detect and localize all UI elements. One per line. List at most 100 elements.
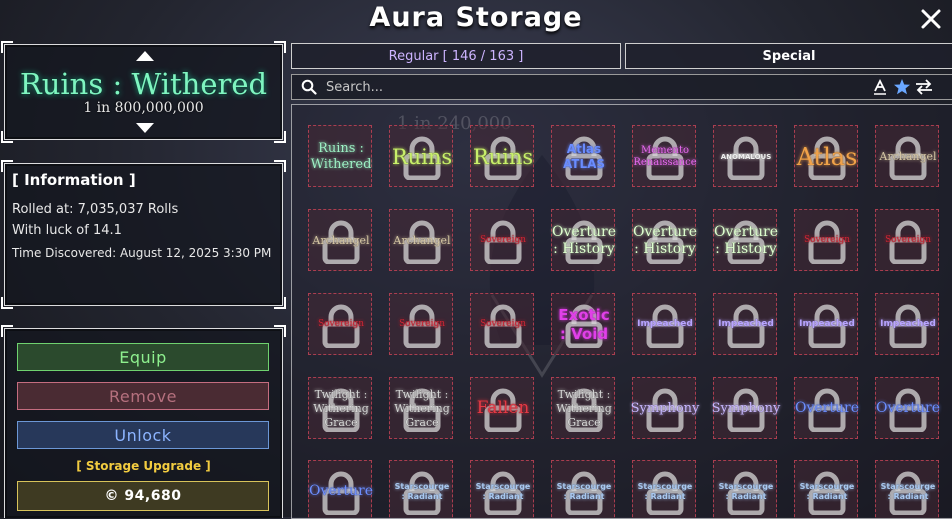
aura-slot-label: Starscourge: Radiant (799, 482, 855, 501)
aura-slot[interactable]: Atlas (794, 125, 858, 187)
aura-slot-label: Twilight : Withering Grace (556, 388, 612, 429)
luck-text: With luck of 14.1 (12, 223, 122, 238)
window-title: Aura Storage (369, 2, 583, 33)
aura-slot-label: Memento Renaissance (633, 144, 697, 169)
aura-slot-label: Fallen (476, 398, 530, 419)
aura-slot-label: Overture: History (552, 223, 616, 258)
aura-slot-label: Overture (795, 400, 859, 417)
aura-slot[interactable]: Sovereign (389, 293, 453, 355)
aura-slot-label: Sovereign (803, 235, 851, 246)
aura-slot-label: Twilight : Withering Grace (394, 388, 450, 429)
close-button[interactable] (916, 4, 946, 34)
aura-slot[interactable]: Symphony (631, 377, 699, 439)
aura-slot-label: Atlas (796, 143, 858, 171)
aura-slot-label: Impeached (637, 319, 693, 330)
aura-slot[interactable]: Impeached (632, 293, 696, 355)
aura-slot[interactable]: Twilight : Withering Grace (308, 377, 372, 439)
aura-slot[interactable]: Exotic: Void (551, 293, 615, 355)
aura-slot[interactable]: Overture: History (632, 209, 697, 271)
aura-slot-label: Archangel (879, 150, 937, 164)
aura-slot[interactable]: Impeached (794, 293, 858, 355)
aura-slot[interactable]: Overture (875, 377, 940, 439)
aura-slot[interactable]: Sovereign (794, 209, 858, 271)
search-bar (291, 74, 952, 100)
favorite-star-icon[interactable] (893, 78, 911, 96)
aura-slot[interactable]: Impeached (875, 293, 939, 355)
aura-slot[interactable]: Sovereign (470, 209, 534, 271)
aura-slot[interactable]: Overture (794, 377, 859, 439)
tab-regular[interactable]: Regular [ 146 / 163 ] (291, 43, 621, 69)
search-input[interactable] (324, 77, 848, 97)
selected-aura-odds: 1 in 800,000,000 (83, 100, 204, 116)
aura-slot-label: Archangel (393, 234, 451, 248)
aura-slot[interactable]: Overture: History (551, 209, 616, 271)
actions-panel: Equip Remove Unlock [ Storage Upgrade ] … (1, 325, 286, 518)
tab-special[interactable]: Special (625, 43, 952, 69)
aura-slot-label: Sovereign (884, 235, 932, 246)
aura-slot-label: Overture (309, 483, 373, 500)
aura-slot-label: Overture: History (633, 223, 697, 258)
aura-slot[interactable]: Starscourge: Radiant (551, 460, 615, 518)
unlock-button[interactable]: Unlock (17, 421, 269, 449)
aura-slot-label: Symphony (711, 400, 781, 416)
next-aura-arrow-icon[interactable] (136, 123, 154, 133)
aura-slot[interactable]: Archangel (875, 125, 939, 187)
aura-slot-label: Starscourge: Radiant (880, 482, 936, 501)
aura-slot-label: Ruins (472, 144, 534, 169)
aura-slot-label: Impeached (718, 319, 774, 330)
aura-slot[interactable]: Atlas ATLAS (551, 125, 615, 187)
aura-slot-label: Sovereign (317, 319, 365, 330)
selected-aura-name: Ruins : Withered (19, 67, 268, 101)
aura-slot-label: Exotic: Void (558, 306, 610, 343)
aura-slot[interactable]: Sovereign (875, 209, 939, 271)
aura-slot[interactable]: Overture (308, 460, 373, 518)
equip-button[interactable]: Equip (17, 343, 269, 371)
aura-slot-label: Atlas ATLAS (562, 142, 606, 171)
aura-slot[interactable]: Ruins : Withered (308, 125, 372, 187)
aura-slot-label: Ruins (391, 144, 453, 169)
aura-grid: 1 in 240,000 Ruins : Withered Ruins Ruins At… (291, 104, 952, 519)
storage-upgrade-label: [ Storage Upgrade ] (76, 459, 211, 473)
aura-slot-label: Impeached (799, 319, 855, 330)
aura-slot[interactable]: Starscourge: Radiant (632, 460, 696, 518)
sort-alphabetical-icon[interactable] (872, 79, 888, 95)
aura-slot[interactable]: Sovereign (470, 293, 534, 355)
information-heading: [ Information ] (12, 171, 136, 189)
aura-slot[interactable]: ANOMALOUS (713, 125, 777, 187)
aura-slot[interactable]: Starscourge: Radiant (875, 460, 939, 518)
aura-slot[interactable]: Starscourge: Radiant (713, 460, 777, 518)
aura-slot-label: Twilight : Withering Grace (313, 388, 369, 429)
aura-slot-label: ANOMALOUS (720, 152, 772, 161)
aura-slot[interactable]: Impeached (713, 293, 777, 355)
storage-upgrade-button[interactable]: © 94,680 (17, 481, 269, 511)
aura-slot[interactable]: Memento Renaissance (632, 125, 697, 187)
remove-button[interactable]: Remove (17, 382, 269, 410)
aura-slot[interactable]: Sovereign (308, 293, 372, 355)
aura-slot[interactable]: Ruins (470, 125, 534, 187)
aura-slot[interactable]: Twilight : Withering Grace (551, 377, 615, 439)
aura-slot[interactable]: Starscourge: Radiant (794, 460, 858, 518)
close-icon (921, 9, 941, 29)
previous-aura-arrow-icon[interactable] (136, 51, 154, 61)
aura-slot[interactable]: Twilight : Withering Grace (389, 377, 453, 439)
aura-slot-label: Overture (876, 400, 940, 417)
aura-slot[interactable]: Overture: History (713, 209, 778, 271)
aura-slot[interactable]: Symphony (712, 377, 780, 439)
information-panel: [ Information ] Rolled at: 7,035,037 Rol… (1, 160, 286, 309)
aura-slot[interactable]: Ruins (389, 125, 453, 187)
aura-slot-label: Archangel (312, 234, 370, 248)
search-icon (301, 79, 317, 95)
aura-slot-label: Starscourge: Radiant (718, 482, 774, 501)
aura-slot-label: Impeached (880, 319, 936, 330)
rolled-at-text: Rolled at: 7,035,037 Rolls (12, 202, 179, 217)
aura-slot-label: Sovereign (398, 319, 446, 330)
swap-order-icon[interactable] (914, 79, 934, 95)
aura-slot-label: Ruins : Withered (310, 140, 372, 172)
aura-slot-label: Sovereign (479, 319, 527, 330)
aura-slot-label: Sovereign (479, 235, 527, 246)
aura-slot[interactable]: Fallen (470, 377, 534, 439)
aura-slot[interactable]: Archangel (308, 209, 372, 271)
aura-slot[interactable]: Starscourge: Radiant (389, 460, 453, 518)
aura-slot[interactable]: Archangel (389, 209, 453, 271)
aura-slot[interactable]: Starscourge: Radiant (470, 460, 534, 518)
